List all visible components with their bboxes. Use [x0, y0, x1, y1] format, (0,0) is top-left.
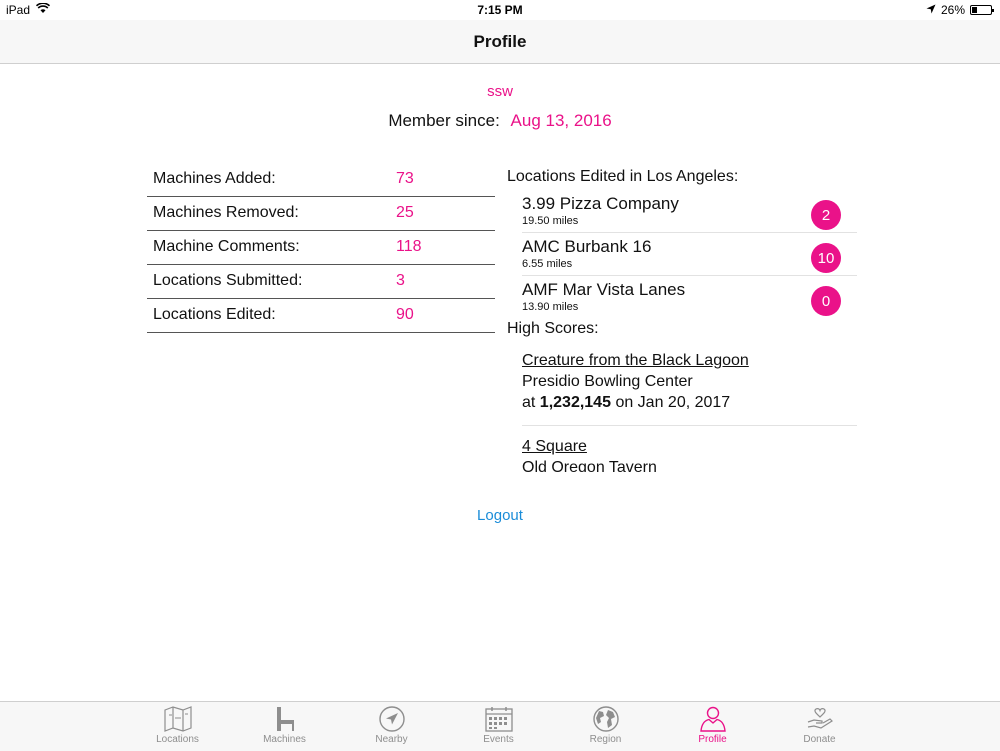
battery-icon	[970, 5, 994, 15]
location-arrow-icon	[378, 706, 405, 732]
stat-row-machines-removed: Machines Removed: 25	[147, 197, 495, 231]
stat-row-machines-added: Machines Added: 73	[147, 163, 495, 197]
member-since-date: Aug 13, 2016	[510, 111, 612, 130]
logout-button[interactable]: Logout	[0, 507, 1000, 524]
location-distance: 6.55 miles	[522, 258, 573, 270]
tab-label: Donate	[803, 734, 836, 745]
stat-row-locations-edited: Locations Edited: 90	[147, 299, 495, 333]
tab-region[interactable]: Region	[552, 702, 659, 751]
username: ssw	[487, 83, 513, 100]
stat-value: 73	[396, 170, 414, 187]
stat-value: 25	[396, 204, 414, 221]
tab-nearby[interactable]: Nearby	[338, 702, 445, 751]
edit-count-badge: 0	[811, 286, 841, 316]
high-score-machine-link[interactable]: 4 Square	[522, 436, 857, 457]
high-scores-title: High Scores:	[507, 320, 599, 337]
pinball-machine-icon	[276, 707, 294, 731]
tab-label: Profile	[698, 734, 727, 745]
tab-profile[interactable]: Profile	[659, 702, 766, 751]
location-name: 3.99 Pizza Company	[522, 194, 679, 213]
globe-icon	[592, 706, 619, 732]
stat-value: 3	[396, 272, 405, 289]
stat-row-locations-submitted: Locations Submitted: 3	[147, 265, 495, 299]
tab-label: Locations	[156, 734, 199, 745]
tab-events[interactable]: Events	[445, 702, 552, 751]
locations-edited-title: Locations Edited in Los Angeles:	[507, 168, 739, 185]
tab-label: Region	[589, 734, 622, 745]
location-name: AMF Mar Vista Lanes	[522, 280, 686, 299]
calendar-icon	[484, 707, 513, 732]
stat-label: Machines Added:	[153, 170, 276, 187]
high-score-item: Creature from the Black Lagoon Presidio …	[522, 350, 857, 426]
location-distance: 19.50 miles	[522, 215, 579, 227]
tab-machines[interactable]: Machines	[231, 702, 338, 751]
location-distance: 13.90 miles	[522, 301, 579, 313]
high-score-location: Old Oregon Tavern	[522, 459, 657, 472]
location-name: AMC Burbank 16	[522, 237, 652, 256]
tab-label: Nearby	[375, 734, 408, 745]
tab-label: Machines	[263, 734, 306, 745]
locations-edited-list: 3.99 Pizza Company 19.50 miles 2 AMC Bur…	[522, 190, 857, 318]
edit-count-badge: 10	[811, 243, 841, 273]
location-item[interactable]: 3.99 Pizza Company 19.50 miles 2	[522, 190, 857, 233]
member-since: Member since: Aug 13, 2016	[0, 111, 1000, 131]
high-score-item: 4 Square Old Oregon Tavern	[522, 436, 857, 472]
person-icon	[699, 706, 726, 732]
tab-donate[interactable]: Donate	[766, 702, 873, 751]
location-item[interactable]: AMC Burbank 16 6.55 miles 10	[522, 233, 857, 276]
page-title: Profile	[473, 32, 527, 51]
stat-label: Locations Edited:	[153, 306, 276, 323]
stat-label: Locations Submitted:	[153, 272, 303, 289]
stat-label: Machines Removed:	[153, 204, 299, 221]
edit-count-badge: 2	[811, 200, 841, 230]
high-score-detail: at 1,232,145 on Jan 20, 2017	[522, 392, 857, 413]
tab-label: Events	[483, 734, 514, 745]
high-score-machine-link[interactable]: Creature from the Black Lagoon	[522, 350, 857, 371]
location-item[interactable]: AMF Mar Vista Lanes 13.90 miles 0	[522, 276, 857, 318]
location-services-icon	[926, 3, 936, 17]
high-score-prefix: at	[522, 394, 536, 411]
high-score-location: Presidio Bowling Center	[522, 373, 693, 390]
status-bar: iPad 7:15 PM 26%	[0, 0, 1000, 20]
heart-hand-icon	[807, 708, 833, 729]
map-icon	[163, 706, 192, 732]
activity-panel: Locations Edited in Los Angeles: 3.99 Pi…	[507, 168, 857, 472]
status-time: 7:15 PM	[477, 3, 523, 17]
member-since-label: Member since:	[388, 111, 500, 130]
tab-bar: Locations Machines Nearby Events Region …	[0, 701, 1000, 751]
stats-table: Machines Added: 73 Machines Removed: 25 …	[147, 163, 495, 333]
stat-value: 90	[396, 306, 414, 323]
stat-label: Machine Comments:	[153, 238, 300, 255]
stat-value: 118	[396, 238, 422, 255]
high-score-value: 1,232,145	[539, 394, 611, 411]
tab-locations[interactable]: Locations	[124, 702, 231, 751]
stat-row-machine-comments: Machine Comments: 118	[147, 231, 495, 265]
high-scores-list[interactable]: Creature from the Black Lagoon Presidio …	[522, 350, 857, 472]
navigation-bar: Profile	[0, 20, 1000, 64]
battery-percent: 26%	[940, 3, 965, 17]
high-score-date: on Jan 20, 2017	[615, 394, 731, 411]
